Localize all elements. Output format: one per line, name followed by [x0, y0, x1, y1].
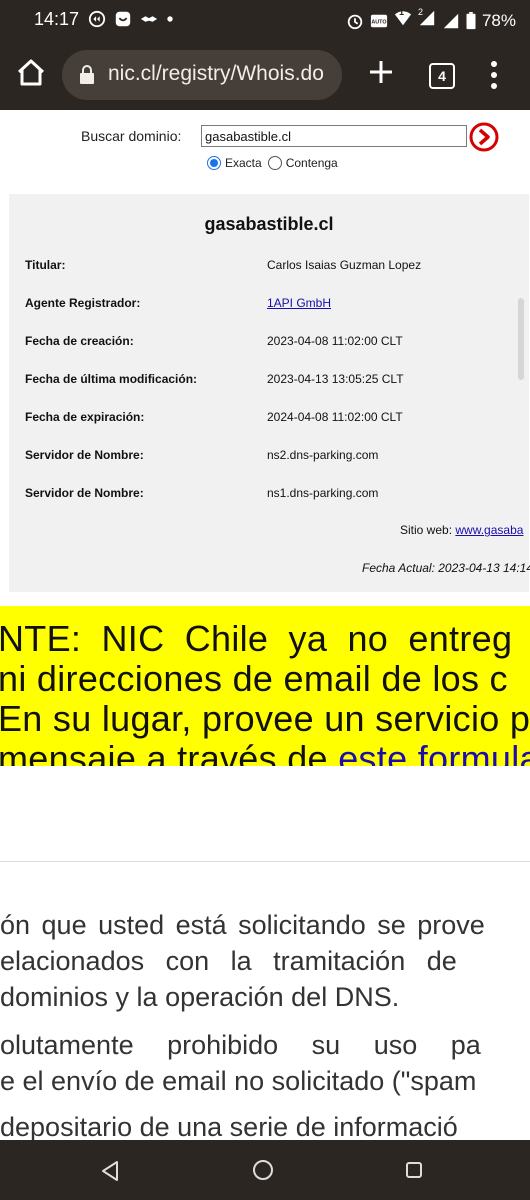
whois-row: Fecha de última modificación: 2023-04-13…	[9, 372, 529, 392]
disclaimer-line: elacionados con la tramitación de	[0, 946, 457, 976]
whois-row: Servidor de Nombre: ns1.dns-parking.com	[9, 486, 529, 506]
whois-value: 2023-04-13 13:05:25 CLT	[267, 372, 404, 386]
battery-percent: 78%	[481, 10, 516, 30]
whois-key: Agente Registrador:	[25, 296, 141, 310]
recent-apps-icon[interactable]	[405, 1161, 423, 1179]
svg-text:AUTO: AUTO	[371, 19, 386, 25]
search-row: Buscar dominio:	[0, 122, 530, 152]
url-text: nic.cl/registry/Whois.do	[108, 62, 324, 85]
go-arrow-icon[interactable]	[469, 122, 499, 152]
new-tab-icon[interactable]	[366, 57, 396, 87]
current-date: Fecha Actual: 2023-04-13 14:14	[362, 561, 530, 575]
address-bar[interactable]: nic.cl/registry/Whois.do	[62, 50, 342, 100]
notification-icons	[88, 10, 174, 28]
whois-key: Fecha de expiración:	[25, 410, 145, 424]
registrar-link[interactable]: 1API GmbH	[267, 296, 331, 310]
handshake-icon	[140, 16, 158, 22]
app-icon-1	[88, 10, 106, 28]
divider	[0, 861, 530, 862]
app-icon-2	[115, 11, 131, 27]
whois-value: 2024-04-08 11:02:00 CLT	[267, 410, 403, 424]
notice-line: ni direcciones de email de los c	[0, 658, 508, 699]
contact-form-link[interactable]: este formula	[338, 738, 530, 766]
whois-key: Titular:	[25, 258, 66, 272]
whois-value: Carlos Isaias Guzman Lopez	[267, 258, 422, 272]
back-icon[interactable]	[100, 1160, 120, 1182]
domain-search-input[interactable]	[201, 125, 467, 147]
notice-line: mensaje a través de este formula	[0, 738, 530, 766]
status-time: 14:17	[34, 9, 80, 29]
whois-key: Servidor de Nombre:	[25, 448, 144, 462]
dot-icon	[167, 16, 173, 22]
important-notice: NTE: NIC Chile ya no entreg ni direccion…	[0, 606, 530, 766]
whois-row: Titular: Carlos Isaias Guzman Lopez	[9, 258, 529, 278]
whois-row: Agente Registrador: 1API GmbH	[9, 296, 529, 316]
disclaimer-line: olutamente prohibido su uso pa	[0, 1030, 481, 1060]
site-web-row: Sitio web: www.gasaba	[400, 523, 523, 537]
home-icon[interactable]	[14, 56, 48, 90]
whois-value: 2023-04-08 11:02:00 CLT	[267, 334, 403, 348]
more-menu-icon[interactable]	[487, 58, 501, 92]
search-label: Buscar dominio:	[81, 128, 182, 144]
radio-contenga-label: Contenga	[285, 156, 338, 170]
lock-icon	[80, 65, 94, 84]
browser-toolbar: nic.cl/registry/Whois.do 4	[0, 40, 530, 110]
match-options: Exacta Contenga	[207, 156, 344, 170]
system-icons: AUTO 1 2 78%	[346, 7, 516, 32]
site-web-link[interactable]: www.gasaba	[455, 523, 523, 537]
radio-contenga[interactable]	[267, 156, 282, 170]
disclaimer-line: e el envío de email no solicitado ("spam	[0, 1066, 477, 1096]
battery-icon	[466, 11, 476, 29]
radio-exacta-label: Exacta	[225, 156, 262, 170]
whois-key: Servidor de Nombre:	[25, 486, 144, 500]
whois-value: ns1.dns-parking.com	[267, 486, 379, 500]
signal-badge: 2	[417, 7, 423, 17]
notice-line: NTE: NIC Chile ya no entreg	[0, 618, 513, 659]
home-nav-icon[interactable]	[252, 1159, 274, 1181]
panel-scrollbar[interactable]	[518, 298, 524, 380]
alarm-icon	[347, 14, 363, 29]
tab-switcher-button[interactable]: 4	[429, 63, 455, 89]
disclaimer-line: depositario de una serie de informació	[0, 1112, 458, 1140]
whois-domain-title: gasabastible.cl	[204, 214, 334, 234]
signal-icon	[443, 13, 459, 28]
page-content: Buscar dominio: Exacta Contenga gasabast…	[0, 110, 530, 1140]
auto-hd-icon: AUTO	[370, 14, 388, 27]
notice-line: En su lugar, provee un servicio p	[0, 698, 530, 739]
whois-key: Fecha de creación:	[25, 334, 134, 348]
whois-value: ns2.dns-parking.com	[267, 448, 379, 462]
status-bar: 14:17 AUTO 1 2 78%	[0, 0, 530, 40]
disclaimer-line: dominios y la operación del DNS.	[0, 982, 400, 1012]
whois-result-panel: gasabastible.cl Titular: Carlos Isaias G…	[9, 194, 530, 592]
whois-row: Servidor de Nombre: ns2.dns-parking.com	[9, 448, 529, 468]
system-nav-bar	[0, 1140, 530, 1200]
whois-row: Fecha de creación: 2023-04-08 11:02:00 C…	[9, 334, 529, 354]
radio-exacta[interactable]	[207, 156, 221, 170]
whois-key: Fecha de última modificación:	[25, 372, 198, 386]
whois-row: Fecha de expiración: 2024-04-08 11:02:00…	[9, 410, 529, 430]
disclaimer-line: ón que usted está solicitando se prove	[0, 910, 485, 940]
notice-text: mensaje a través de	[0, 738, 339, 766]
site-web-label: Sitio web:	[400, 523, 453, 537]
wifi-badge: 1	[398, 7, 404, 17]
